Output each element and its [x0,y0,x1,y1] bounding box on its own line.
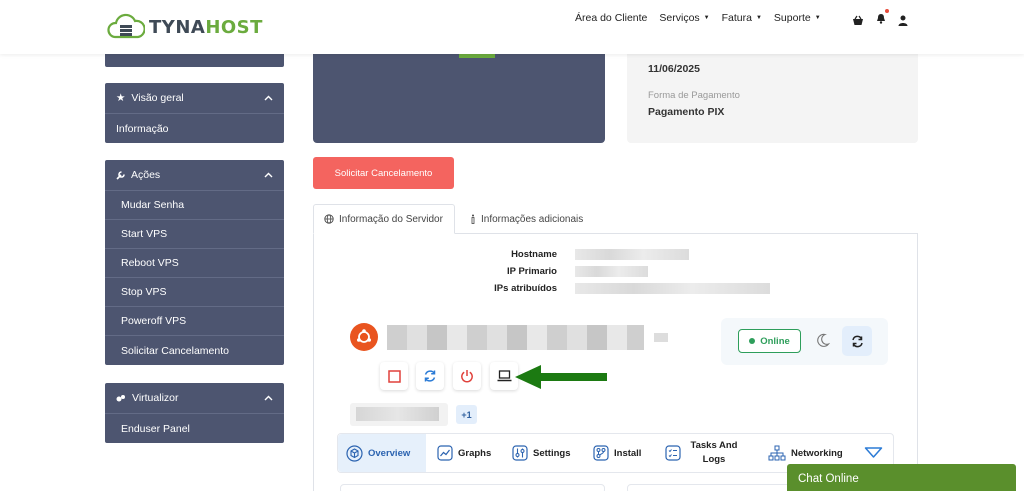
assigned-ips-redacted [575,283,770,294]
status-badge: Online [738,329,801,353]
payment-method-label: Forma de Pagamento [648,90,740,101]
primary-ip-redacted [575,266,648,277]
virtualizor-icon [116,394,125,401]
more-tabs-chevron-icon[interactable] [864,446,883,460]
online-dot [749,338,756,344]
caret-down-icon: ▼ [755,15,762,21]
bell-button[interactable] [876,9,889,29]
primary-ip-row: IP Primario [437,266,648,277]
caret-down-icon: ▼ [703,15,710,21]
assigned-ips-row: IPs atribuídos [437,283,770,294]
panel-header-virtualizor[interactable]: Virtualizor [105,383,284,414]
caret-down-icon: ▼ [814,15,821,21]
sidebar-panel-overview: ★ Visão geral Informação [105,83,284,143]
power-icon [461,370,473,383]
chevron-up-icon [264,395,273,401]
tab-graphs[interactable]: Graphs [437,434,491,472]
laptop-icon [497,370,511,382]
globe-icon [324,214,334,224]
panel-header-actions[interactable]: Ações [105,160,284,191]
sidebar-item-request-cancel[interactable]: Solicitar Cancelamento [105,336,284,365]
sidebar-item-reboot-vps[interactable]: Reboot VPS [105,249,284,278]
stop-icon [387,369,401,383]
star-icon: ★ [116,92,126,104]
extra-ips-badge[interactable]: +1 [456,405,477,424]
sidebar-item-start-vps[interactable]: Start VPS [105,220,284,249]
sidebar-item-poweroff-vps[interactable]: Poweroff VPS [105,307,284,336]
hostname-value-redacted [575,249,689,260]
stop-button[interactable] [380,362,408,390]
arrow-pointer-icon [515,365,607,389]
next-due-date: 11/06/2025 [648,63,700,75]
sidebar-item-stop-vps[interactable]: Stop VPS [105,278,284,307]
cloud-server-icon [107,13,145,39]
status-strip [459,54,495,58]
chevron-up-icon [264,95,273,101]
tab-tasks-and-logs[interactable]: Tasks And Logs [665,434,742,472]
basket-icon[interactable] [852,15,864,26]
vps-hostname-redacted [387,325,644,350]
tab-server-info[interactable]: Informação do Servidor [313,204,455,234]
tab-install[interactable]: Install [593,434,641,472]
refresh-status-button[interactable] [842,326,872,356]
payment-method-value: Pagamento PIX [648,106,725,118]
console-button[interactable] [490,362,518,390]
restart-icon [424,370,436,382]
nav-client-area[interactable]: Área do Cliente [575,12,647,24]
tasks-icon [665,445,681,461]
notification-dot [885,9,889,13]
main-nav: Área do Cliente Serviços ▼ Fatura ▼ Suport… [575,12,833,24]
refresh-icon [851,335,863,347]
billing-info-card: 11/06/2025 Forma de Pagamento Pagamento … [627,54,918,143]
brand-part2: HOST [205,16,263,38]
info-icon [471,214,475,224]
brand-logo[interactable]: TYNAHOST [107,12,263,42]
chat-online-button[interactable]: Chat Online [787,464,1016,491]
top-header: TYNAHOST Área do Cliente Serviços ▼ Fatur… [0,0,1024,54]
wrench-icon [116,170,125,180]
install-icon [593,445,609,461]
service-summary-box [313,54,605,143]
bell-icon [877,14,885,24]
network-icon [768,445,786,461]
sidebar-panel-actions: Ações Mudar Senha Start VPS Reboot VPS S… [105,160,284,365]
cube-icon [346,444,363,462]
request-cancel-button[interactable]: Solicitar Cancelamento [313,157,454,189]
chevron-up-icon [264,172,273,178]
moon-icon[interactable] [816,333,830,348]
poweroff-button[interactable] [453,362,481,390]
user-icon[interactable] [898,15,908,26]
nav-support[interactable]: Suporte ▼ [774,12,821,24]
ip-chip-redacted [350,403,448,426]
lower-card-left [340,484,605,491]
sidebar-item-enduser-panel[interactable]: Enduser Panel [105,414,284,443]
chart-icon [437,445,453,461]
sidebar-panel-virtualizor: Virtualizor Enduser Panel [105,383,284,443]
sidebar-item-change-password[interactable]: Mudar Senha [105,191,284,220]
hostname-row: Hostname [437,249,689,260]
sidebar-item-info[interactable]: Informação [105,114,284,143]
restart-button[interactable] [416,362,444,390]
brand-part1: TYNA [149,16,206,38]
ubuntu-icon [350,323,378,351]
small-redacted [654,333,668,342]
tab-additional-info[interactable]: Informações adicionais [460,204,593,234]
nav-services[interactable]: Serviços ▼ [659,12,709,24]
panel-header-overview[interactable]: ★ Visão geral [105,83,284,114]
sliders-icon [512,445,528,461]
tab-settings[interactable]: Settings [512,434,570,472]
nav-invoice[interactable]: Fatura ▼ [722,12,762,24]
tab-overview[interactable]: Overview [338,434,426,472]
